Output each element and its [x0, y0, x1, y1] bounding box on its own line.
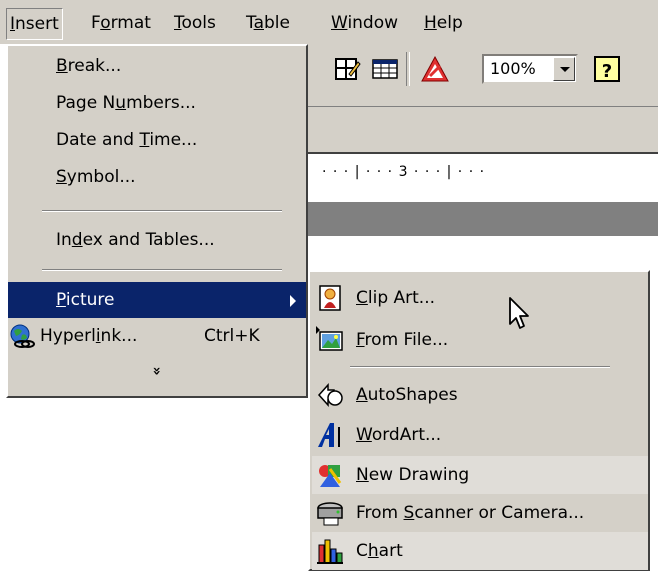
menu-item-page-numbers[interactable]: Page Numbers... — [8, 85, 306, 121]
ruler-ticks: · · · | · · · 3 · · · | · · · — [322, 164, 486, 180]
menu-item-new-drawing[interactable]: New Drawing — [312, 456, 648, 494]
menu-item-scanner-camera[interactable]: From Scanner or Camera... — [312, 494, 648, 532]
mouse-cursor-icon — [508, 296, 532, 332]
picture-file-icon — [316, 326, 344, 354]
hyperlink-shortcut: Ctrl+K — [204, 326, 260, 346]
zoom-dropdown[interactable]: 100% — [482, 54, 578, 84]
clip-art-icon — [316, 284, 344, 312]
menu-item-index-tables[interactable]: Index and Tables... — [8, 222, 306, 258]
svg-text:?: ? — [602, 61, 612, 82]
insert-menu: Break... Page Numbers... Date and Time..… — [6, 44, 308, 398]
insert-frame-icon[interactable] — [332, 54, 362, 84]
menu-item-from-file[interactable]: From File... — [312, 321, 648, 359]
menu-item-autoshapes[interactable]: AutoShapes — [312, 376, 648, 414]
zoom-value: 100% — [490, 59, 536, 78]
formatting-toolbar — [308, 106, 658, 153]
menu-window[interactable]: Window — [328, 10, 401, 36]
ruler: · · · | · · · 3 · · · | · · · — [308, 154, 658, 203]
menu-separator — [42, 269, 282, 271]
scanner-icon — [316, 499, 344, 527]
menu-item-hyperlink[interactable]: Hyperlink... Ctrl+K — [8, 318, 306, 354]
menu-tools[interactable]: Tools — [171, 10, 219, 36]
menu-item-chart[interactable]: Chart — [312, 532, 648, 570]
drawing-icon[interactable] — [420, 54, 450, 84]
help-icon[interactable]: ? — [592, 54, 622, 84]
toolbar-separator — [406, 52, 410, 86]
menu-item-clip-art[interactable]: Clip Art... — [312, 279, 648, 317]
globe-link-icon — [8, 323, 35, 349]
picture-submenu: Clip Art... From File... AutoShapes Word… — [308, 270, 650, 571]
chevron-down-icon[interactable] — [553, 57, 575, 81]
menu-insert[interactable]: Insert — [6, 8, 63, 40]
expand-chevron-icon: » — [148, 366, 165, 376]
menu-expand-chevron[interactable]: » — [8, 352, 306, 388]
menu-table[interactable]: Table — [243, 10, 293, 36]
menu-item-picture[interactable]: Picture — [8, 282, 306, 318]
menu-separator — [42, 210, 282, 212]
new-drawing-icon — [316, 461, 344, 489]
menu-help[interactable]: Help — [421, 10, 466, 36]
menu-item-break[interactable]: Break... — [8, 48, 306, 84]
chart-icon — [316, 537, 344, 565]
menu-item-symbol[interactable]: Symbol... — [8, 159, 306, 195]
autoshapes-icon — [316, 381, 344, 409]
document-margin — [308, 202, 658, 236]
standard-toolbar: 100% ? — [308, 44, 658, 106]
menu-bar: Insert Format Tools Table Window Help — [0, 0, 658, 44]
wordart-icon — [316, 421, 344, 449]
submenu-arrow-icon — [290, 295, 296, 307]
menu-separator — [350, 366, 610, 368]
menu-format[interactable]: Format — [88, 10, 154, 36]
menu-item-date-time[interactable]: Date and Time... — [8, 122, 306, 158]
table-icon[interactable] — [370, 54, 400, 84]
menu-item-wordart[interactable]: WordArt... — [312, 416, 648, 454]
